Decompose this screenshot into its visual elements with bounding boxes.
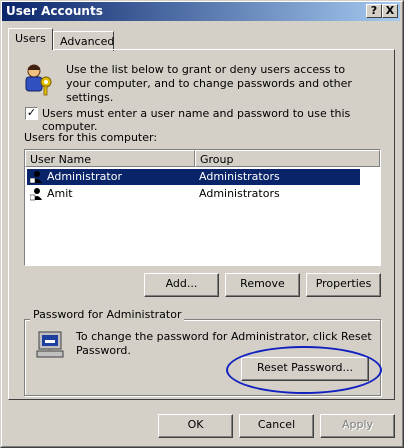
checkmark-icon: ✓ bbox=[26, 106, 37, 119]
users-keys-icon bbox=[25, 64, 52, 96]
tab-advanced-label: Advanced bbox=[60, 35, 115, 48]
user-group: Administrators bbox=[199, 170, 280, 183]
close-button[interactable]: X bbox=[382, 4, 398, 18]
user-name: Amit bbox=[47, 187, 73, 200]
user-icon bbox=[30, 188, 42, 201]
list-item[interactable]: Amit Administrators bbox=[27, 186, 360, 202]
tab-users-label: Users bbox=[15, 32, 46, 45]
users-listview[interactable]: User Name Group Administrator Administra… bbox=[24, 149, 381, 266]
intro-text: Use the list below to grant or deny user… bbox=[66, 63, 352, 104]
title-bar[interactable]: User Accounts ? X bbox=[2, 2, 400, 21]
ok-button[interactable]: OK bbox=[158, 414, 233, 438]
remove-user-button[interactable]: Remove bbox=[225, 273, 300, 297]
user-group: Administrators bbox=[199, 187, 280, 200]
user-name: Administrator bbox=[47, 170, 122, 183]
help-button[interactable]: ? bbox=[366, 4, 382, 18]
tab-advanced[interactable]: Advanced bbox=[53, 31, 114, 51]
apply-button[interactable]: Apply bbox=[320, 414, 395, 438]
require-login-checkbox[interactable]: ✓ bbox=[25, 107, 38, 120]
tab-users[interactable]: Users bbox=[8, 28, 53, 50]
window-title: User Accounts bbox=[6, 4, 103, 18]
password-help-text: To change the password for Administrator… bbox=[76, 330, 372, 357]
column-header-group[interactable]: Group bbox=[195, 150, 380, 167]
require-login-label[interactable]: Users must enter a user name and passwor… bbox=[42, 107, 404, 133]
properties-button[interactable]: Properties bbox=[306, 273, 381, 297]
cancel-button[interactable]: Cancel bbox=[239, 414, 314, 438]
column-header-user-name[interactable]: User Name bbox=[25, 150, 195, 167]
users-list-label: Users for this computer: bbox=[24, 131, 158, 144]
password-group-title: Password for Administrator bbox=[30, 308, 185, 321]
add-user-button[interactable]: Add... bbox=[144, 273, 219, 297]
list-item[interactable]: Administrator Administrators bbox=[27, 169, 360, 185]
user-icon bbox=[30, 171, 42, 184]
computer-password-icon bbox=[36, 331, 64, 358]
reset-password-button[interactable]: Reset Password... bbox=[241, 357, 369, 381]
